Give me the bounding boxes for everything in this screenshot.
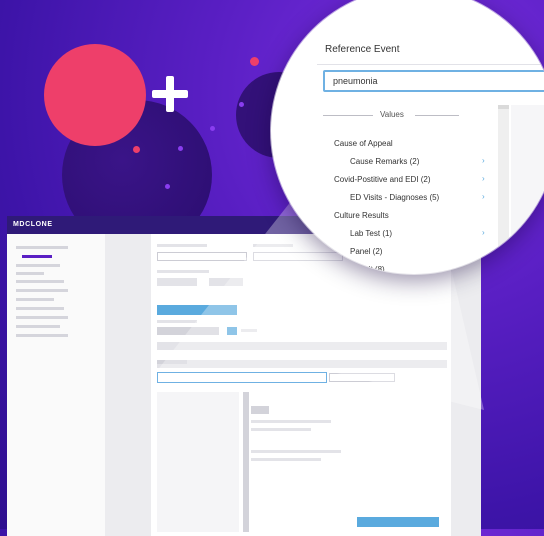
sidebar-item[interactable] [16, 289, 68, 292]
reference-event-title: Reference Event [325, 44, 400, 55]
chevron-right-icon[interactable]: › [482, 156, 485, 165]
decorative-dot-purple [239, 102, 244, 107]
sidebar-item[interactable] [16, 246, 68, 249]
placeholder-line [251, 450, 341, 453]
plus-icon [150, 74, 190, 114]
list-item-covid-positive[interactable]: Covid-Postitive and EDI (2) [334, 175, 430, 184]
section-bar [157, 360, 447, 368]
app-logo: MDCLONE [13, 221, 53, 228]
row-label [157, 320, 197, 323]
search-input-preview[interactable] [157, 372, 327, 383]
placeholder-line [251, 458, 321, 461]
list-item-result[interactable]: Result (8) [350, 265, 385, 274]
sidebar-item[interactable] [16, 272, 44, 275]
sidebar-item[interactable] [16, 298, 54, 301]
sidebar-item[interactable] [16, 307, 64, 310]
section-title [157, 360, 187, 364]
values-scrollbar[interactable] [498, 105, 509, 274]
primary-bar[interactable] [157, 305, 237, 315]
section-bar [157, 342, 447, 350]
placeholder-block [251, 406, 269, 414]
values-divider-left [323, 115, 373, 116]
field-label [157, 270, 209, 273]
values-scrollbar-thumb[interactable] [498, 105, 509, 109]
decorative-dot-purple [178, 146, 183, 151]
decorative-pink-circle [44, 44, 146, 146]
field-placeholder [209, 278, 243, 286]
field-label [157, 244, 207, 247]
sidebar-item[interactable] [16, 325, 60, 328]
sidebar-item[interactable] [16, 316, 68, 319]
sidebar-item[interactable] [16, 280, 64, 283]
right-gutter [451, 234, 481, 536]
search-input-value: pneumonia [333, 76, 378, 86]
list-scrollbar-preview[interactable] [243, 392, 249, 532]
decorative-dot-pink [250, 57, 259, 66]
search-input[interactable]: pneumonia [323, 70, 544, 92]
placeholder-line [251, 420, 331, 423]
values-side-panel [511, 105, 544, 274]
list-item-cause-of-appeal[interactable]: Cause of Appeal [334, 139, 393, 148]
row-block [157, 327, 219, 335]
list-item-culture-results[interactable]: Culture Results [334, 211, 389, 220]
decorative-dot-purple [165, 184, 170, 189]
row-toggle[interactable] [227, 327, 237, 335]
chevron-right-icon[interactable]: › [482, 174, 485, 183]
placeholder-line [251, 428, 311, 431]
row-label [241, 329, 257, 332]
sidebar-item-active[interactable] [22, 255, 52, 258]
list-item-panel[interactable]: Panel (2) [350, 247, 382, 256]
select-preview[interactable] [329, 373, 395, 382]
sidebar-item[interactable] [16, 334, 68, 337]
values-header: Values [380, 110, 404, 119]
magnifier: Reference Event pneumonia Values Cause o… [271, 0, 544, 274]
chevron-right-icon[interactable]: › [482, 228, 485, 237]
field-placeholder [157, 278, 197, 286]
sidebar [7, 234, 105, 536]
main-panel [151, 234, 451, 536]
list-item-ed-visits[interactable]: ED Visits - Diagnoses (5) [350, 193, 439, 202]
list-item-cause-remarks[interactable]: Cause Remarks (2) [350, 157, 419, 166]
decorative-dot-pink [133, 146, 140, 153]
values-list-preview [157, 392, 239, 532]
chevron-right-icon[interactable]: › [482, 192, 485, 201]
divider [317, 64, 544, 65]
sidebar-item[interactable] [16, 264, 60, 267]
list-item-lab-test[interactable]: Lab Test (1) [350, 229, 392, 238]
decorative-dot-purple [210, 126, 215, 131]
content-gutter [105, 234, 151, 536]
submit-bar[interactable] [357, 517, 439, 527]
values-divider-right [415, 115, 459, 116]
text-field[interactable] [157, 252, 247, 261]
